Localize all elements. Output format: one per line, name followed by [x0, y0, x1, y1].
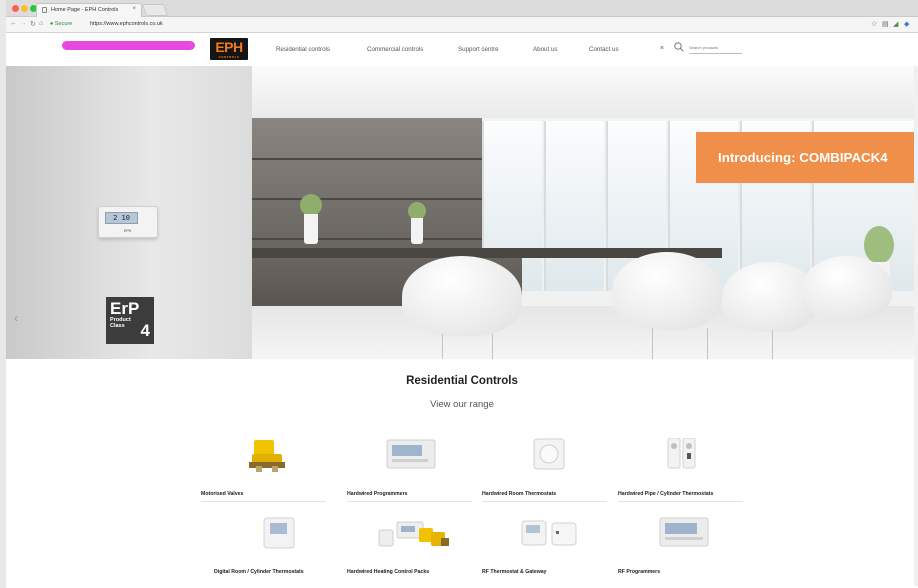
hero-slider[interactable]: 2 10 EPH ErP Product Class 4 ‹ Introduci…	[6, 66, 918, 359]
erp-badge: ErP Product Class 4	[106, 297, 154, 344]
section-subtitle[interactable]: View our range	[6, 399, 918, 410]
section-title: Residential Controls	[406, 375, 518, 387]
rf-thermostat-icon	[482, 516, 612, 558]
page-icon	[42, 7, 47, 13]
secure-badge[interactable]: ● Secure	[50, 21, 72, 27]
slider-prev-icon[interactable]: ‹	[14, 311, 18, 325]
product-label: Hardwired Room Thermostats	[482, 491, 557, 497]
product-card[interactable]: Digital Room / Cylinder Thermostats	[214, 516, 344, 586]
menu-icon[interactable]: ◆	[904, 20, 909, 28]
eph-logo[interactable]: EPH CONTROLS	[210, 38, 248, 60]
tab-strip: Home Page - EPH Controls ×	[6, 0, 918, 17]
forward-icon[interactable]: →	[20, 20, 27, 27]
minimize-window-icon[interactable]	[21, 5, 28, 12]
rf-programmer-icon	[618, 516, 748, 558]
browser-window: Home Page - EPH Controls × ← → ↻ ⌂ ● Sec…	[6, 0, 918, 588]
bookmark-star-icon[interactable]: ☆	[871, 20, 877, 28]
product-label: RF Thermostat & Gateway	[482, 569, 547, 575]
nav-contact-us[interactable]: Contact us	[589, 46, 619, 53]
thermostat-image: 2 10 EPH	[98, 206, 158, 238]
url-field[interactable]: https://www.ephcontrols.co.uk	[90, 21, 163, 27]
tab-close-icon[interactable]: ×	[132, 6, 136, 12]
site-header: EPH CONTROLS Residential controls Commer…	[6, 33, 918, 66]
product-card[interactable]: Hardwired Room Thermostats	[482, 438, 612, 508]
search-icon[interactable]	[674, 42, 684, 52]
product-card[interactable]: RF Programmers	[618, 516, 748, 586]
hero-kitchen-photo	[252, 66, 918, 359]
product-label: Hardwired Pipe / Cylinder Thermostats	[618, 491, 714, 497]
promo-banner[interactable]: Introducing: COMBIPACK4	[696, 132, 918, 183]
product-card[interactable]: Motorised Valves	[201, 438, 331, 508]
nav-commercial-controls[interactable]: Commercial controls	[367, 46, 423, 53]
pot	[304, 214, 318, 244]
home-icon[interactable]: ⌂	[39, 20, 43, 27]
erp-title: ErP	[110, 299, 140, 318]
logo-text: EPH	[215, 39, 243, 55]
extension-icon-2[interactable]: ◢	[893, 20, 898, 28]
address-bar: ← → ↻ ⌂ ● Secure https://www.ephcontrols…	[6, 17, 918, 33]
logo-subtext: CONTROLS	[218, 55, 240, 59]
extension-icon[interactable]: ▤	[882, 20, 889, 28]
pot	[411, 218, 423, 244]
control-pack-icon	[347, 516, 477, 558]
nav-about-us[interactable]: About us	[533, 46, 557, 53]
back-icon[interactable]: ←	[10, 20, 17, 27]
thermostat-display: 2 10	[105, 212, 138, 224]
valve-icon	[201, 438, 331, 480]
product-card[interactable]: RF Thermostat & Gateway	[482, 516, 612, 586]
nav-support-centre[interactable]: Support centre	[458, 46, 499, 53]
window-pane	[544, 121, 604, 291]
product-label: Hardwired Heating Control Packs	[347, 569, 430, 575]
plant	[864, 226, 894, 264]
hero-product-panel: 2 10 EPH ErP Product Class 4 ‹	[6, 66, 252, 359]
product-card[interactable]: Hardwired Pipe / Cylinder Thermostats	[618, 437, 748, 508]
product-label: Hardwired Programmers	[347, 491, 408, 497]
reload-icon[interactable]: ↻	[30, 20, 36, 28]
new-tab-button[interactable]	[141, 4, 169, 16]
redaction-mark	[62, 41, 195, 50]
room-thermostat-icon	[482, 438, 612, 480]
pipe-thermostat-icon	[618, 437, 748, 480]
digital-thermostat-icon	[214, 516, 344, 558]
chair	[402, 256, 522, 336]
product-card[interactable]: Hardwired Heating Control Packs	[347, 516, 477, 586]
secure-label: Secure	[54, 21, 73, 27]
product-label: Digital Room / Cylinder Thermostats	[214, 569, 304, 575]
product-card[interactable]: Hardwired Programmers	[347, 438, 477, 508]
close-window-icon[interactable]	[12, 5, 19, 12]
product-label: Motorised Valves	[201, 491, 244, 497]
chair	[802, 256, 892, 320]
page-scrollbar[interactable]	[914, 66, 918, 586]
ceiling	[252, 66, 918, 118]
nav-residential-controls[interactable]: Residential controls	[276, 46, 330, 53]
chair	[612, 252, 722, 330]
tab-title: Home Page - EPH Controls	[51, 7, 119, 13]
thermostat-brand: EPH	[124, 229, 132, 233]
browser-tab[interactable]: Home Page - EPH Controls ×	[36, 3, 142, 17]
erp-number: 4	[140, 321, 150, 340]
plant	[300, 194, 322, 216]
nav-close-icon[interactable]: ×	[660, 45, 664, 52]
product-label: RF Programmers	[618, 569, 661, 575]
programmer-icon	[347, 438, 477, 480]
search-input[interactable]	[689, 42, 742, 54]
